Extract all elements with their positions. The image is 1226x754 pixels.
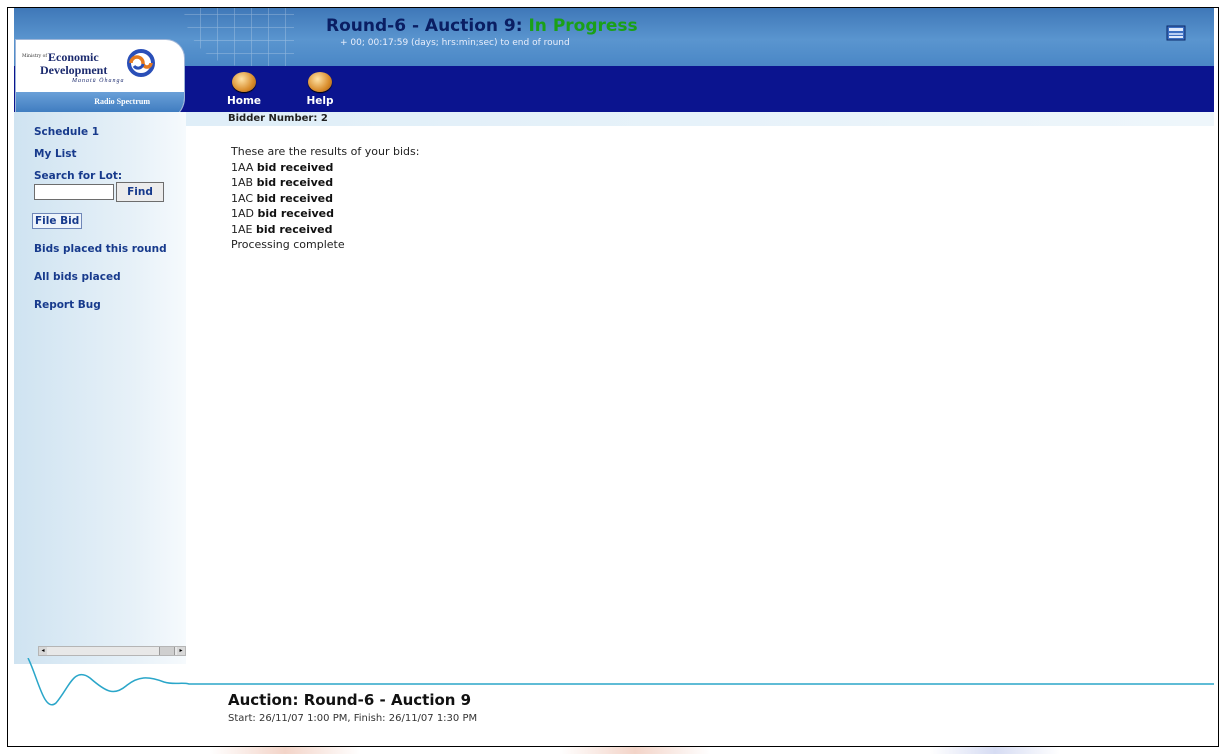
find-button[interactable]: Find [116,182,164,202]
bidder-strip [186,112,1214,126]
list-item: 1AC bid received [231,191,419,207]
list-item: 1AB bid received [231,175,419,191]
bid-status: bid received [256,160,334,174]
bid-status: bid received [256,191,334,205]
sidebar-item-my-list[interactable]: My List [34,148,77,160]
logo-maori-text: Manatū Ōhanga [72,78,125,84]
list-item: 1AA bid received [231,160,419,176]
page-title: Round-6 - Auction 9: In Progress [326,16,638,36]
results-intro: These are the results of your bids: [231,145,420,158]
window-icon[interactable] [1166,24,1186,42]
sidebar-item-schedule[interactable]: Schedule 1 [34,126,99,138]
round-countdown: + 00; 00:17:59 (days; hrs:min;sec) to en… [340,38,570,48]
nav-bar [14,66,1214,112]
sidebar-item-bids-this-round[interactable]: Bids placed this round [34,243,167,255]
search-lot-label: Search for Lot: [34,170,123,182]
bid-status: bid received [257,207,335,220]
bid-status: bid received [255,222,333,236]
title-status: In Progress [528,16,638,36]
file-bid-button[interactable]: File Bid [32,213,83,229]
help-orb-icon [308,72,332,92]
wave-decoration [27,658,1214,706]
list-item: 1AD bid received [231,206,419,222]
bidder-number: Bidder Number: 2 [228,113,328,124]
logo-ministry-text: Ministry of [22,54,48,59]
bottom-fragment [930,747,1060,754]
lot-code: 1AE [231,222,253,236]
title-round: Round-6 - Auction 9: [326,16,529,36]
bid-results: These are the results of your bids: 1AA … [231,144,419,253]
logo-radio-text: Radio Spectrum [94,97,150,106]
swirl-logo-icon [127,49,155,77]
sidebar-scrollbar[interactable]: ◂ ▸ [38,646,186,656]
auction-title: Auction: Round-6 - Auction 9 [228,691,472,709]
scroll-right-icon[interactable]: ▸ [177,647,185,655]
list-item: 1AE bid received [231,222,419,238]
ministry-logo[interactable]: Ministry of Economic Development Manatū … [16,40,184,120]
globe-decoration [184,8,294,66]
lot-code: 1AC [231,191,254,205]
lot-code: 1AD [231,207,254,220]
home-orb-icon [232,72,256,92]
scroll-thumb[interactable] [159,647,175,655]
home-label: Home [226,95,262,107]
bottom-fragment [210,747,360,754]
bid-status: bid received [256,176,334,189]
scroll-left-icon[interactable]: ◂ [39,647,47,655]
logo-development-text: Development [40,63,108,77]
auction-times: Start: 26/11/07 1:00 PM, Finish: 26/11/0… [228,713,478,724]
search-lot-input[interactable] [34,184,114,200]
help-button[interactable]: Help [300,70,340,110]
sidebar-item-all-bids[interactable]: All bids placed [34,271,121,283]
sidebar-item-report-bug[interactable]: Report Bug [34,299,101,311]
lot-code: 1AB [231,176,254,189]
bottom-fragment [560,747,710,754]
processing-status: Processing complete [231,238,345,251]
home-button[interactable]: Home [224,70,264,110]
help-label: Help [306,95,334,107]
lot-code: 1AA [231,160,254,174]
